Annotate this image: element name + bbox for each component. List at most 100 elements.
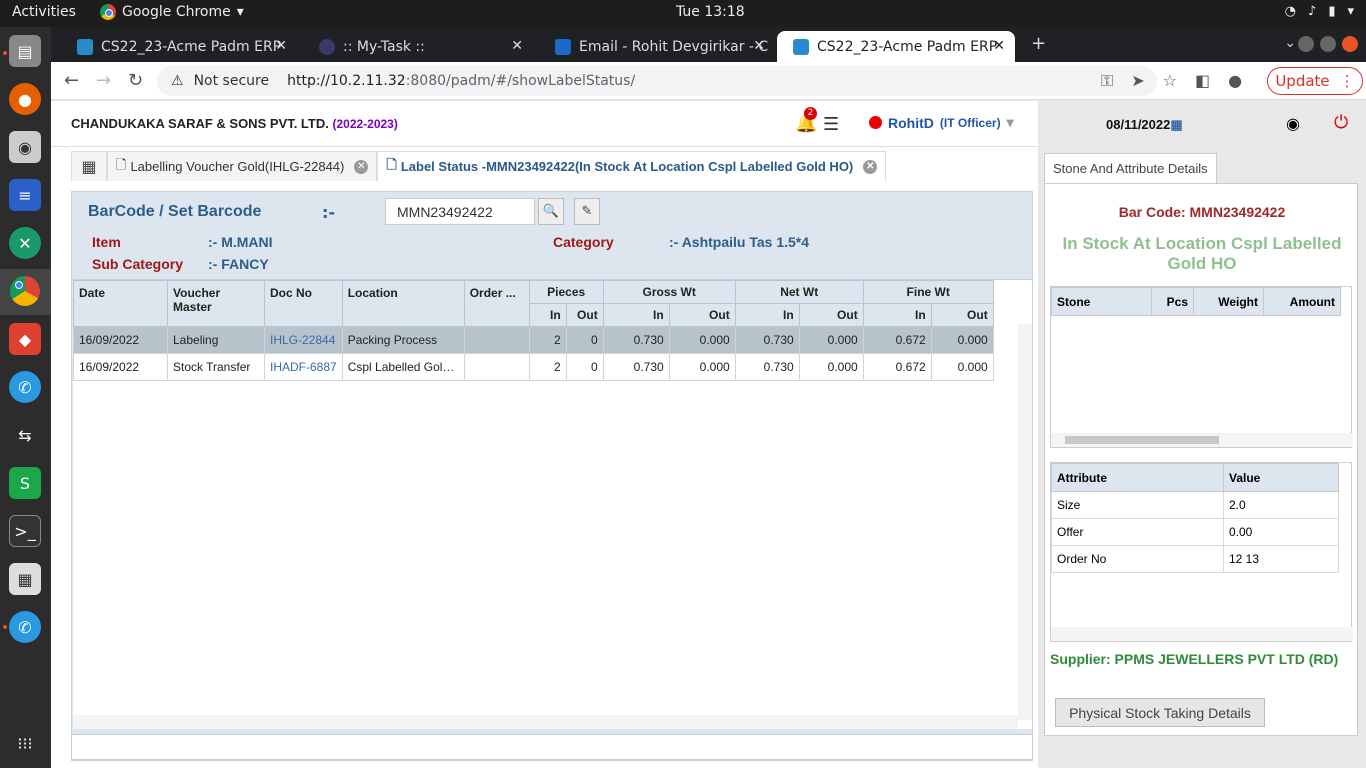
chrome-dock-icon[interactable] [9, 275, 41, 307]
url-field[interactable]: ⚠ Not secure http://10.2.11.32:8080/padm… [157, 66, 1157, 96]
profile-icon[interactable]: ● [1228, 71, 1242, 91]
physical-stock-button[interactable]: Physical Stock Taking Details [1055, 698, 1265, 727]
react-favicon-icon [319, 38, 335, 55]
table-row[interactable]: 16/09/2022 Stock Transfer IHADF-6887 Csp… [73, 353, 994, 381]
app-menu[interactable]: Google Chrome ▾ [100, 4, 244, 20]
system-tray[interactable]: ◔ ♪ ▮ ▾ [1285, 4, 1354, 19]
barcode-input[interactable] [385, 198, 535, 225]
security-label[interactable]: Not secure [194, 73, 270, 89]
disk-icon[interactable]: ◉ [9, 131, 41, 163]
phone-icon[interactable]: ✆ [9, 371, 41, 403]
clock[interactable]: Tue 13:18 [676, 4, 745, 20]
network-icon[interactable]: ⇆ [9, 419, 41, 451]
horizontal-scrollbar[interactable] [1051, 627, 1353, 641]
close-icon[interactable]: ✕ [511, 38, 523, 54]
send-icon[interactable]: ➤ [1131, 71, 1144, 91]
scroll-thumb[interactable] [1065, 436, 1219, 444]
close-icon[interactable]: ✕ [753, 38, 765, 54]
browser-tab-4-active[interactable]: CS22_23-Acme Padm ERP ✕ [777, 31, 1015, 62]
col-net-out[interactable]: Out [798, 303, 864, 327]
forward-icon[interactable]: → [96, 70, 111, 91]
col-doc[interactable]: Doc No [264, 280, 343, 327]
col-voucher[interactable]: Voucher Master [167, 280, 265, 327]
close-window-icon[interactable] [1342, 36, 1358, 52]
minimize-icon[interactable] [1298, 36, 1314, 52]
url-text: http://10.2.11.32:8080/padm/#/showLabelS… [287, 73, 635, 89]
key-icon[interactable]: ⚿ [1101, 71, 1113, 91]
col-order[interactable]: Order ... [463, 280, 530, 327]
col-weight[interactable]: Weight [1193, 287, 1264, 316]
reload-icon[interactable]: ↻ [128, 70, 143, 91]
bell-icon[interactable]: 🔔 2 [795, 107, 817, 134]
col-location[interactable]: Location [341, 280, 465, 327]
cell-pieces-out: 0 [565, 326, 604, 354]
anydesk-icon[interactable]: ◆ [9, 323, 41, 355]
col-attribute[interactable]: Attribute [1051, 463, 1224, 492]
chevron-down-icon: ▾ [236, 4, 244, 20]
col-pieces: Pieces [528, 280, 604, 304]
calendar-icon[interactable]: ▦ [1170, 117, 1182, 132]
attribute-table: Attribute Value Size 2.0 Offer 0.00 Orde… [1051, 463, 1339, 573]
col-date[interactable]: Date [73, 280, 168, 327]
table-row[interactable]: 16/09/2022 Labeling IHLG-22844 Packing P… [73, 326, 994, 354]
firefox-icon[interactable]: ● [9, 83, 41, 115]
sidepanel-icon[interactable]: ◧ [1195, 71, 1210, 91]
tab-label-status[interactable]: 🗋 Label Status -MMN23492422(In Stock At … [377, 151, 887, 181]
phone-icon[interactable]: ✆ [9, 611, 41, 643]
table-row[interactable]: Size 2.0 [1051, 491, 1339, 519]
doc-link[interactable]: IHLG-22844 [264, 326, 343, 354]
browser-tab-1[interactable]: CS22_23-Acme Padm ERP ✕ [61, 31, 297, 62]
maximize-icon[interactable] [1320, 36, 1336, 52]
list-menu-icon[interactable]: ☰ [823, 114, 839, 135]
col-amount[interactable]: Amount [1263, 287, 1341, 316]
tab-search-icon[interactable]: ⌄ [1284, 35, 1296, 51]
document-icon[interactable]: ≡ [9, 179, 41, 211]
date-display[interactable]: 08/11/2022▦ [1106, 117, 1183, 133]
tab-stone-attribute[interactable]: Stone And Attribute Details [1044, 153, 1217, 183]
sync-icon[interactable]: ✕ [9, 227, 41, 259]
vertical-scrollbar[interactable] [1018, 324, 1032, 720]
back-icon[interactable]: ← [64, 70, 79, 91]
files-icon[interactable]: ▤ [9, 35, 41, 67]
close-icon[interactable]: ✕ [275, 38, 287, 54]
tab-labelling-voucher[interactable]: 🗋 Labelling Voucher Gold(IHLG-22844) ✕ [107, 151, 378, 181]
horizontal-scrollbar[interactable] [73, 715, 1018, 729]
col-pieces-in[interactable]: In [528, 303, 567, 327]
subcategory-label: Sub Category [92, 256, 184, 272]
table-row[interactable]: Offer 0.00 [1051, 518, 1339, 546]
window-controls [1298, 36, 1358, 52]
col-pieces-out[interactable]: Out [565, 303, 604, 327]
s-app-icon[interactable]: S [9, 467, 41, 499]
terminal-icon[interactable]: >_ [9, 515, 41, 547]
col-gross-in[interactable]: In [602, 303, 670, 327]
browser-tab-3[interactable]: Email - Rohit Devgirikar - C ✕ [539, 31, 775, 62]
close-icon[interactable]: ✕ [354, 159, 369, 174]
user-menu[interactable]: RohitD (IT Officer) ▾ [869, 114, 1014, 131]
calculator-icon[interactable]: ▦ [9, 563, 41, 595]
grid-menu-icon[interactable]: ▦ [71, 151, 107, 181]
power-icon[interactable]: ⏻ [1334, 112, 1348, 133]
activities-button[interactable]: Activities [12, 4, 76, 20]
doc-link[interactable]: IHADF-6887 [264, 353, 343, 381]
col-fine-out[interactable]: Out [930, 303, 994, 327]
col-pcs[interactable]: Pcs [1151, 287, 1194, 316]
col-gross-out[interactable]: Out [668, 303, 736, 327]
search-button[interactable]: 🔍 [538, 198, 564, 225]
col-value[interactable]: Value [1223, 463, 1339, 492]
col-stone[interactable]: Stone [1051, 287, 1152, 316]
close-icon[interactable]: ✕ [863, 159, 878, 174]
edit-button[interactable]: ✎ [574, 198, 600, 225]
cell-net-in: 0.730 [734, 353, 800, 381]
table-row[interactable]: Order No 12 13 [1051, 545, 1339, 573]
eye-slash-icon[interactable]: ◉ [1286, 114, 1300, 133]
cell-gross-out: 0.000 [668, 326, 736, 354]
close-icon[interactable]: ✕ [993, 38, 1005, 54]
col-fine-in[interactable]: In [862, 303, 932, 327]
show-apps-icon[interactable]: ⁝⁝⁝ [9, 727, 41, 759]
new-tab-icon[interactable]: + [1031, 33, 1046, 54]
col-net-in[interactable]: In [734, 303, 800, 327]
update-button[interactable]: Update ⋮ [1267, 67, 1363, 95]
horizontal-scrollbar[interactable] [1051, 433, 1353, 447]
star-icon[interactable]: ☆ [1163, 71, 1177, 91]
browser-tab-2[interactable]: :: My-Task :: ✕ [303, 31, 533, 62]
